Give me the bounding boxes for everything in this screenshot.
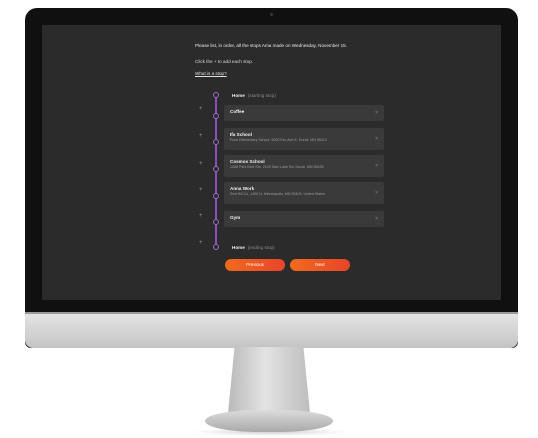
camera-dot xyxy=(270,13,273,16)
timeline-node xyxy=(213,139,219,145)
stop-card[interactable]: Cosmos School 1488 Park Blvd Ste, 2100 S… xyxy=(224,155,384,177)
add-stop-button[interactable]: + xyxy=(199,133,203,139)
monitor: Please list, in order, all the stops Ama… xyxy=(25,8,518,348)
add-stop-button[interactable]: + xyxy=(199,213,203,219)
stop-name: Coffee xyxy=(230,109,245,114)
question-hint: Click the + to add each stop. xyxy=(195,59,254,64)
screen: Please list, in order, all the stops Ama… xyxy=(42,25,501,300)
stop-card[interactable]: Gym × xyxy=(224,211,384,227)
add-stop-button[interactable]: + xyxy=(199,106,203,112)
stop-card[interactable]: Ifa School Fiore Elementary School, 5000… xyxy=(224,128,384,150)
question-prompt: Please list, in order, all the stops Ama… xyxy=(195,43,348,48)
remove-stop-icon[interactable]: × xyxy=(375,163,378,169)
chin-divider xyxy=(25,312,518,314)
timeline-node xyxy=(213,244,219,250)
stop-address: 1488 Park Blvd Ste, 2100 Sam Lake Rd, Du… xyxy=(230,165,324,169)
monitor-chin xyxy=(25,312,518,348)
timeline-node xyxy=(213,219,219,225)
remove-stop-icon[interactable]: × xyxy=(375,190,378,196)
remove-stop-icon[interactable]: × xyxy=(375,216,378,222)
add-stop-button[interactable]: + xyxy=(199,161,203,167)
stop-name: Gym xyxy=(230,215,241,220)
start-stop-sublabel: (starting stop) xyxy=(247,93,276,98)
end-stop-sublabel: (ending stop) xyxy=(247,245,275,250)
stop-name: Cosmos School xyxy=(230,159,265,164)
remove-stop-icon[interactable]: × xyxy=(375,110,378,116)
stop-card[interactable]: Anna Work Red Hill Co, 1400 N, Minneapol… xyxy=(224,182,384,204)
start-stop-label: Home (starting stop) xyxy=(232,93,276,98)
end-stop-name: Home xyxy=(232,245,245,250)
timeline-node xyxy=(213,92,219,98)
remove-stop-icon[interactable]: × xyxy=(375,136,378,142)
timeline-node xyxy=(213,166,219,172)
stop-address: Fiore Elementary School, 5000 Elm Ave E,… xyxy=(230,138,327,142)
next-button[interactable]: Next xyxy=(290,259,350,271)
monitor-stand-neck xyxy=(228,347,310,413)
start-stop-name: Home xyxy=(232,93,245,98)
stop-address: Red Hill Co, 1400 N, Minneapolis, MN 554… xyxy=(230,192,326,196)
stop-name: Ifa School xyxy=(230,132,252,137)
previous-button[interactable]: Previous xyxy=(225,259,285,271)
add-stop-button[interactable]: + xyxy=(199,240,203,246)
monitor-stand-base xyxy=(205,410,333,432)
add-stop-button[interactable]: + xyxy=(199,187,203,193)
timeline-node xyxy=(213,113,219,119)
stop-name: Anna Work xyxy=(230,186,255,191)
end-stop-label: Home (ending stop) xyxy=(232,245,275,250)
help-link[interactable]: What is a stop? xyxy=(195,71,227,76)
stop-card[interactable]: Coffee × xyxy=(224,105,384,121)
timeline-node xyxy=(213,193,219,199)
